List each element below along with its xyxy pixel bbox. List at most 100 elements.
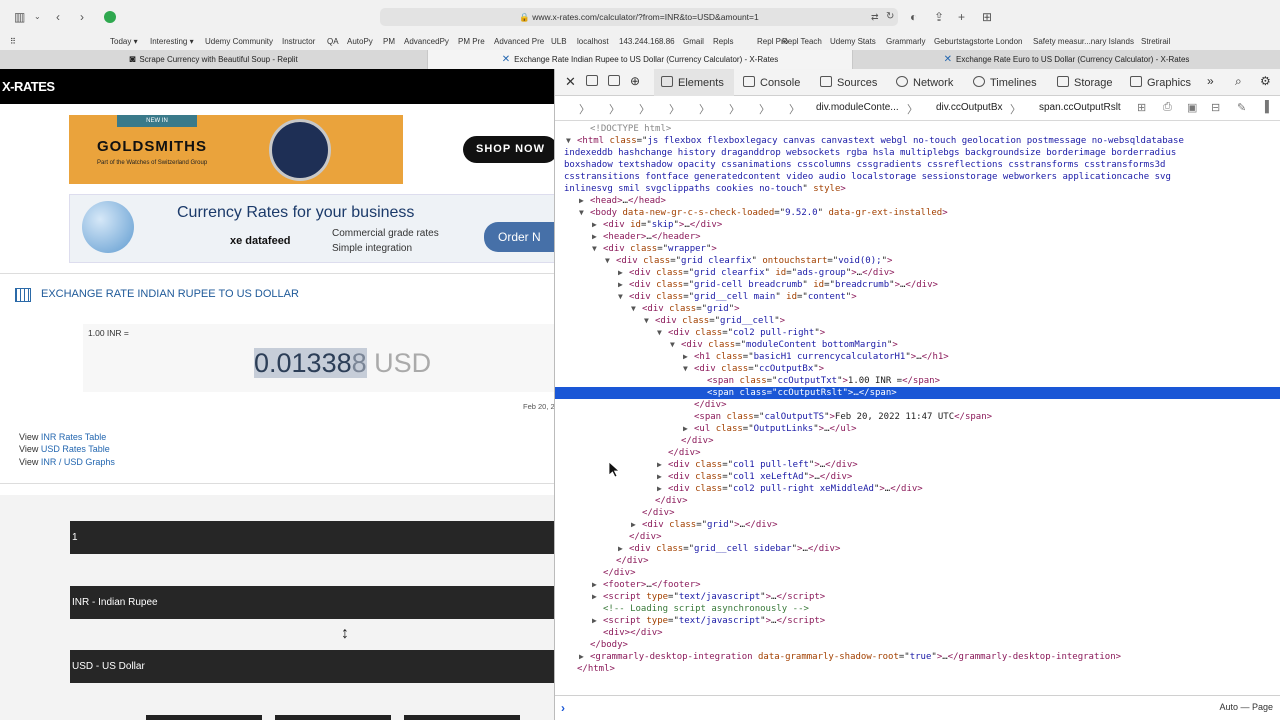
dom-node[interactable]: ▶ <div class="grid clearfix" id="ads-grou… xyxy=(618,267,895,279)
tab-replit[interactable]: ◙ Scrape Currency with Beautiful Soup - R… xyxy=(0,50,427,69)
bookmark-item[interactable]: Repl Teach xyxy=(782,37,822,46)
bookmark-item[interactable]: Interesting ▾ xyxy=(150,37,194,46)
breadcrumb-separator-icon[interactable]: 〉 xyxy=(699,101,710,117)
dom-node[interactable]: ▶ <script type="text/javascript">…</scrip… xyxy=(592,591,825,603)
dom-node[interactable]: inlinesvg smil svgclippaths cookies no-t… xyxy=(564,183,846,195)
breadcrumb-separator-icon[interactable]: 〉 xyxy=(789,101,800,117)
collapse-triangle-icon[interactable]: ▼ xyxy=(644,315,649,327)
back-icon[interactable]: ‹ xyxy=(56,9,60,25)
dom-node[interactable]: ▼ <div class="wrapper"> xyxy=(592,243,717,255)
collapse-triangle-icon[interactable]: ▼ xyxy=(670,339,675,351)
dom-node[interactable]: ▶ <header>…</header> xyxy=(592,231,701,243)
bookmark-item[interactable]: PM xyxy=(383,37,395,46)
order-now-button[interactable]: Order N xyxy=(484,222,554,252)
dom-node[interactable]: <!-- Loading script asynchronously --> xyxy=(603,603,809,615)
breadcrumb-separator-icon[interactable]: 〉 xyxy=(639,101,650,117)
collapse-triangle-icon[interactable]: ▼ xyxy=(657,327,662,339)
dom-node[interactable]: ▶ <div class="grid__cell sidebar">…</div> xyxy=(618,543,840,555)
console-input[interactable]: › Auto — Page xyxy=(555,695,1280,720)
dom-node[interactable]: ▶ <head>…</head> xyxy=(579,195,666,207)
new-tab-icon[interactable]: + xyxy=(958,9,965,25)
share-icon[interactable]: ⇪ xyxy=(934,9,944,25)
reload-icon[interactable]: ↻ xyxy=(886,9,894,25)
xe-datafeed-ad[interactable]: Currency Rates for your business xe data… xyxy=(69,194,554,263)
dom-node[interactable]: ▶ <ul class="OutputLinks">…</ul> xyxy=(683,423,857,435)
collapse-triangle-icon[interactable]: ▼ xyxy=(605,255,610,267)
expand-triangle-icon[interactable]: ▶ xyxy=(683,351,688,363)
tab-overview-icon[interactable]: ⊞ xyxy=(982,9,992,25)
breadcrumb-separator-icon[interactable]: 〉 xyxy=(759,101,770,117)
expand-triangle-icon[interactable]: ▶ xyxy=(657,483,662,495)
tab-network[interactable]: Network xyxy=(896,76,953,89)
dom-node[interactable]: ▶ <footer>…</footer> xyxy=(592,579,701,591)
collapse-triangle-icon[interactable]: ▼ xyxy=(618,291,623,303)
dom-node[interactable]: </div> xyxy=(694,399,727,411)
grammarly-icon[interactable] xyxy=(104,11,116,23)
bookmark-item[interactable]: Today ▾ xyxy=(110,37,138,46)
collapse-triangle-icon[interactable]: ▼ xyxy=(683,363,688,375)
dock-bottom-icon[interactable] xyxy=(586,75,603,88)
forward-icon[interactable]: › xyxy=(80,9,84,25)
translate-icon[interactable]: ⇄ xyxy=(871,9,879,25)
dom-node[interactable]: ▼ <div class="grid__cell"> xyxy=(644,315,785,327)
address-bar[interactable]: 🔒 www.x-rates.com/calculator/?from=INR&t… xyxy=(380,8,898,26)
tab-storage[interactable]: Storage xyxy=(1057,76,1113,89)
close-icon[interactable]: ✕ xyxy=(565,74,576,90)
dom-node[interactable]: </div> xyxy=(603,567,636,579)
dom-node[interactable]: </div> xyxy=(681,435,714,447)
tab-eur-usd[interactable]: ✕ Exchange Rate Euro to US Dollar (Curren… xyxy=(853,50,1280,69)
expand-triangle-icon[interactable]: ▶ xyxy=(592,615,597,627)
breadcrumb-separator-icon[interactable]: 〉 xyxy=(609,101,620,117)
more-tabs-icon[interactable]: » xyxy=(1207,74,1214,88)
print-icon[interactable]: ⎙ xyxy=(1163,101,1172,114)
element-picker-icon[interactable]: ⊕ xyxy=(630,74,640,88)
gear-icon[interactable]: ⚙ xyxy=(1260,74,1271,88)
dom-node[interactable]: </div> xyxy=(629,531,662,543)
tab-timelines[interactable]: Timelines xyxy=(973,76,1037,89)
collapse-triangle-icon[interactable]: ▼ xyxy=(579,207,584,219)
dom-node[interactable]: boxshadow textshadow opacity cssanimatio… xyxy=(564,159,1165,171)
bookmark-item[interactable]: AutoPy xyxy=(347,37,373,46)
expand-triangle-icon[interactable]: ▶ xyxy=(631,519,636,531)
dom-node[interactable]: ▶ <div class="col1 pull-left">…</div> xyxy=(657,459,858,471)
shop-now-button[interactable]: SHOP NOW xyxy=(463,136,554,163)
dom-node[interactable]: </div> xyxy=(642,507,675,519)
dom-node[interactable]: </div> xyxy=(668,447,701,459)
bookmark-item[interactable]: Grammarly xyxy=(886,37,926,46)
dom-node[interactable]: ▼ <div class="grid"> xyxy=(631,303,740,315)
pencil-icon[interactable]: ✎ xyxy=(1237,101,1246,114)
dom-node[interactable]: </body> xyxy=(590,639,628,651)
dom-node[interactable]: ▼ <div class="moduleContent bottomMargin"… xyxy=(670,339,898,351)
to-currency-select[interactable]: USD - US Dollar xyxy=(70,650,554,683)
dom-node[interactable]: ▶ <div class="col1 xeLeftAd">…</div> xyxy=(657,471,852,483)
dom-node[interactable]: </div> xyxy=(655,495,688,507)
expand-triangle-icon[interactable]: ▶ xyxy=(657,459,662,471)
site-logo[interactable]: X-RATES xyxy=(2,79,55,94)
grid-icon[interactable]: ⊟ xyxy=(1211,101,1220,114)
dom-node-selected[interactable]: <span class="ccOutputRslt">…</span> xyxy=(555,387,1280,399)
breadcrumb-item[interactable]: div.ccOutputBx xyxy=(936,102,1003,113)
collapse-triangle-icon[interactable]: ▼ xyxy=(631,303,636,315)
tab-inr-usd[interactable]: ✕ Exchange Rate Indian Rupee to US Dollar… xyxy=(427,50,853,69)
expand-triangle-icon[interactable]: ▶ xyxy=(618,267,623,279)
dom-node[interactable]: </html> xyxy=(577,663,615,675)
sidebar-toggle-icon[interactable]: ▥ xyxy=(14,9,25,25)
expand-triangle-icon[interactable]: ▶ xyxy=(592,231,597,243)
dom-node[interactable]: ▶ <div class="col2 pull-right xeMiddleAd"… xyxy=(657,483,923,495)
dom-node[interactable]: ▼ <div class="col2 pull-right"> xyxy=(657,327,825,339)
dom-node[interactable]: ▶ <grammarly-desktop-integration data-gra… xyxy=(579,651,1121,663)
bookmark-item[interactable]: Instructor xyxy=(282,37,315,46)
shield-icon[interactable]: ◐ xyxy=(910,9,917,25)
bookmark-item[interactable]: Stretirail xyxy=(1141,37,1170,46)
sidebar-toggle-icon[interactable]: ▐ xyxy=(1261,101,1269,113)
inr-rates-table-link[interactable]: INR Rates Table xyxy=(41,432,106,442)
dom-node[interactable]: ▶ <div id="skip">…</div> xyxy=(592,219,722,231)
dom-node[interactable]: <span class="calOutputTS">Feb 20, 2022 1… xyxy=(694,411,992,423)
collapse-triangle-icon[interactable]: ▼ xyxy=(566,135,571,147)
dom-node[interactable]: ▶ <h1 class="basicH1 currencycalculatorH1… xyxy=(683,351,949,363)
amount-input[interactable]: 1 xyxy=(70,521,554,554)
bookmark-item[interactable]: Geburtstagstorte London xyxy=(934,37,1023,46)
bookmark-item[interactable]: 143.244.168.86 xyxy=(619,37,675,46)
bookmark-item[interactable]: Udemy Stats xyxy=(830,37,876,46)
from-currency-select[interactable]: INR - Indian Rupee xyxy=(70,586,554,619)
